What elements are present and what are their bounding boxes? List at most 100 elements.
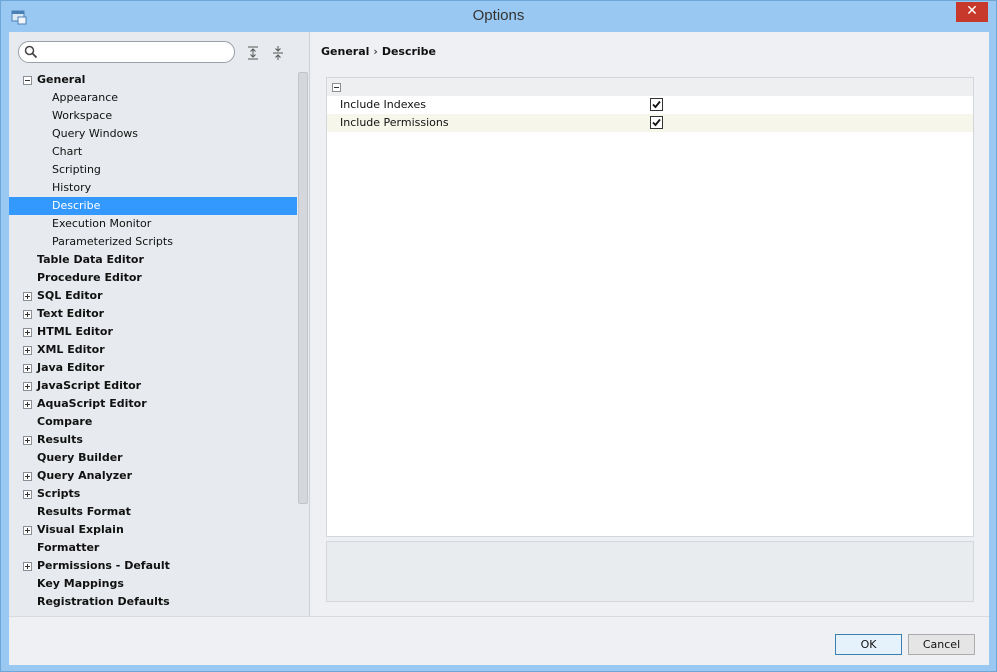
breadcrumb: General › Describe bbox=[321, 45, 436, 58]
tree-item-general[interactable]: General bbox=[9, 71, 297, 89]
expand-node-icon[interactable] bbox=[23, 382, 32, 391]
tree-item-text-editor[interactable]: Text Editor bbox=[9, 305, 297, 323]
property-row-include-indexes[interactable]: Include Indexes bbox=[327, 96, 973, 114]
tree-item-label: Table Data Editor bbox=[37, 253, 144, 266]
title-bar[interactable]: Options ✕ bbox=[1, 1, 996, 34]
tree-item-xml-editor[interactable]: XML Editor bbox=[9, 341, 297, 359]
tree-item-label: HTML Editor bbox=[37, 325, 113, 338]
tree-item-query-windows[interactable]: Query Windows bbox=[9, 125, 297, 143]
dialog-body: General Appearance Workspace Query Windows C… bbox=[9, 32, 989, 665]
checkmark-icon bbox=[652, 118, 661, 127]
tree-item-results-format[interactable]: Results Format bbox=[9, 503, 297, 521]
tree-item-html-editor[interactable]: HTML Editor bbox=[9, 323, 297, 341]
tree-item-label: History bbox=[52, 181, 92, 194]
tree-item-label: General bbox=[37, 73, 86, 86]
tree-item-permissions-default[interactable]: Permissions - Default bbox=[9, 557, 297, 575]
collapse-all-icon[interactable] bbox=[270, 45, 286, 61]
ok-button[interactable]: OK bbox=[835, 634, 902, 655]
tree-item-label: Query Windows bbox=[52, 127, 139, 140]
expand-node-icon[interactable] bbox=[23, 562, 32, 571]
tree-item-label: Describe bbox=[52, 199, 101, 212]
tree-item-parameterized-scripts[interactable]: Parameterized Scripts bbox=[9, 233, 297, 251]
tree-item-workspace[interactable]: Workspace bbox=[9, 107, 297, 125]
window-title: Options bbox=[472, 7, 525, 24]
expand-node-icon[interactable] bbox=[23, 526, 32, 535]
tree-item-label: Key Mappings bbox=[37, 577, 124, 590]
tree-item-visual-explain[interactable]: Visual Explain bbox=[9, 521, 297, 539]
tree-item-chart[interactable]: Chart bbox=[9, 143, 297, 161]
expand-node-icon[interactable] bbox=[23, 346, 32, 355]
collapse-node-icon[interactable] bbox=[23, 76, 32, 85]
tree-item-label: XML Editor bbox=[37, 343, 105, 356]
description-panel bbox=[326, 541, 974, 602]
tree-item-label: Query Builder bbox=[37, 451, 123, 464]
tree-item-label: Registration Defaults bbox=[37, 595, 170, 608]
search-box[interactable] bbox=[18, 41, 235, 63]
tree-item-label: Scripts bbox=[37, 487, 81, 500]
tree-item-table-data-editor[interactable]: Table Data Editor bbox=[9, 251, 297, 269]
tree-item-key-mappings[interactable]: Key Mappings bbox=[9, 575, 297, 593]
property-grid: Include Indexes Include Permissions bbox=[326, 77, 974, 537]
tree-item-formatter[interactable]: Formatter bbox=[9, 539, 297, 557]
expand-node-icon[interactable] bbox=[23, 310, 32, 319]
tree-item-label: Appearance bbox=[52, 91, 119, 104]
tree-item-label: Workspace bbox=[52, 109, 113, 122]
tree-item-label: Text Editor bbox=[37, 307, 105, 320]
property-label: Include Indexes bbox=[340, 98, 426, 111]
expand-node-icon[interactable] bbox=[23, 328, 32, 337]
options-tree: General Appearance Workspace Query Windows C… bbox=[9, 71, 297, 616]
property-group-header[interactable] bbox=[327, 78, 973, 96]
tree-item-label: Parameterized Scripts bbox=[52, 235, 173, 248]
tree-item-history[interactable]: History bbox=[9, 179, 297, 197]
checkmark-icon bbox=[652, 100, 661, 109]
tree-item-javascript-editor[interactable]: JavaScript Editor bbox=[9, 377, 297, 395]
tree-item-label: Results bbox=[37, 433, 83, 446]
tree-item-compare[interactable]: Compare bbox=[9, 413, 297, 431]
tree-item-execution-monitor[interactable]: Execution Monitor bbox=[9, 215, 297, 233]
tree-item-label: SQL Editor bbox=[37, 289, 103, 302]
breadcrumb-current: Describe bbox=[381, 45, 437, 58]
tree-item-label: Formatter bbox=[37, 541, 100, 554]
expand-node-icon[interactable] bbox=[23, 436, 32, 445]
options-navigation-pane: General Appearance Workspace Query Windows C… bbox=[9, 32, 310, 616]
tree-item-label: Procedure Editor bbox=[37, 271, 142, 284]
tree-item-label: Visual Explain bbox=[37, 523, 124, 536]
breadcrumb-separator: › bbox=[373, 45, 378, 58]
tree-item-sql-editor[interactable]: SQL Editor bbox=[9, 287, 297, 305]
collapse-group-icon[interactable] bbox=[332, 83, 341, 92]
expand-all-icon[interactable] bbox=[245, 45, 261, 61]
tree-item-label: Results Format bbox=[37, 505, 131, 518]
tree-item-label: Query Analyzer bbox=[37, 469, 133, 482]
expand-node-icon[interactable] bbox=[23, 472, 32, 481]
property-label: Include Permissions bbox=[340, 116, 449, 129]
search-input[interactable] bbox=[41, 44, 229, 60]
tree-item-aquascript-editor[interactable]: AquaScript Editor bbox=[9, 395, 297, 413]
include-permissions-checkbox[interactable] bbox=[650, 116, 663, 129]
tree-item-results[interactable]: Results bbox=[9, 431, 297, 449]
close-button[interactable]: ✕ bbox=[956, 2, 988, 22]
expand-node-icon[interactable] bbox=[23, 292, 32, 301]
tree-item-label: Execution Monitor bbox=[52, 217, 152, 230]
include-indexes-checkbox[interactable] bbox=[650, 98, 663, 111]
tree-item-query-builder[interactable]: Query Builder bbox=[9, 449, 297, 467]
dialog-footer: OK Cancel bbox=[9, 616, 989, 665]
tree-scrollbar[interactable] bbox=[298, 72, 308, 504]
tree-item-appearance[interactable]: Appearance bbox=[9, 89, 297, 107]
tree-item-label: Compare bbox=[37, 415, 93, 428]
tree-item-query-analyzer[interactable]: Query Analyzer bbox=[9, 467, 297, 485]
expand-node-icon[interactable] bbox=[23, 364, 32, 373]
expand-node-icon[interactable] bbox=[23, 490, 32, 499]
tree-item-scripts[interactable]: Scripts bbox=[9, 485, 297, 503]
property-row-include-permissions[interactable]: Include Permissions bbox=[327, 114, 973, 132]
search-icon bbox=[24, 45, 38, 59]
cancel-button[interactable]: Cancel bbox=[908, 634, 975, 655]
tree-item-scripting[interactable]: Scripting bbox=[9, 161, 297, 179]
tree-item-procedure-editor[interactable]: Procedure Editor bbox=[9, 269, 297, 287]
tree-item-registration-defaults[interactable]: Registration Defaults bbox=[9, 593, 297, 611]
breadcrumb-parent: General bbox=[321, 45, 370, 58]
tree-item-label: AquaScript Editor bbox=[37, 397, 147, 410]
tree-item-java-editor[interactable]: Java Editor bbox=[9, 359, 297, 377]
expand-node-icon[interactable] bbox=[23, 400, 32, 409]
tree-item-label: Permissions - Default bbox=[37, 559, 170, 572]
tree-item-describe[interactable]: Describe bbox=[9, 197, 297, 215]
